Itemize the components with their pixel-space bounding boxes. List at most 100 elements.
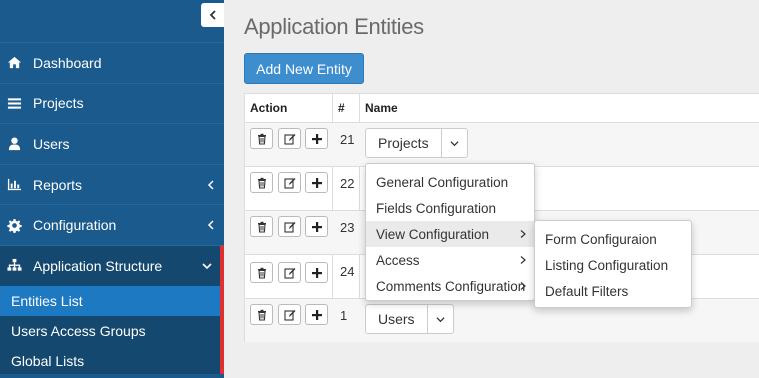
entity-name-button[interactable]: Projects (366, 135, 441, 151)
plus-icon (311, 309, 322, 320)
delete-button[interactable] (250, 262, 273, 283)
edit-button[interactable] (278, 304, 301, 325)
edit-icon (283, 309, 295, 321)
menu-item-view-configuration[interactable]: View Configuration (366, 221, 534, 247)
entity-dropdown-toggle[interactable] (426, 305, 453, 333)
table-row: 21 Projects (245, 122, 759, 166)
delete-button[interactable] (250, 128, 273, 149)
page-title: Application Entities (244, 14, 424, 39)
sidebar-subitem-global-lists[interactable]: Global Lists (0, 346, 220, 376)
home-icon (6, 55, 22, 71)
row-number: 1 (340, 308, 348, 323)
edit-icon (283, 221, 295, 233)
sidebar-subitem-label: Entities List (11, 292, 83, 309)
menu-item-label: Fields Configuration (376, 200, 497, 216)
main-content: Application Entities Add New Entity Acti… (224, 0, 759, 378)
list-icon (6, 95, 22, 111)
sidebar-subitem-users-access-groups[interactable]: Users Access Groups (0, 316, 220, 346)
edit-button[interactable] (278, 128, 301, 149)
chevron-right-icon (520, 256, 526, 264)
plus-icon (311, 221, 322, 232)
delete-button[interactable] (250, 216, 273, 237)
sidebar-subitem-label: Users Access Groups (11, 322, 146, 339)
delete-button[interactable] (250, 172, 273, 193)
menu-item-form-configuration[interactable]: Form Configuraion (535, 226, 691, 252)
column-header-action: Action (250, 101, 288, 115)
row-number: 24 (340, 264, 355, 279)
trash-icon (257, 221, 266, 233)
menu-item-comments-configuration[interactable]: Comments Configuration (366, 273, 534, 299)
menu-item-label: Form Configuraion (545, 231, 657, 247)
sidebar-item-projects[interactable]: Projects (0, 82, 224, 124)
entity-dropdown-menu: General Configuration Fields Configurati… (365, 163, 535, 301)
sidebar-header (0, 0, 224, 42)
column-header-name: Name (365, 101, 398, 115)
entity-button-group: Users (365, 304, 454, 334)
bar-chart-icon (6, 177, 22, 193)
sidebar-subitem-entities-list[interactable]: Entities List (0, 285, 220, 316)
menu-item-label: Comments Configuration (376, 278, 526, 294)
row-number: 22 (340, 176, 355, 191)
sidebar-item-label: Application Structure (33, 257, 163, 274)
plus-icon (311, 133, 322, 144)
row-number: 21 (340, 132, 355, 147)
gear-icon (6, 217, 22, 233)
entity-name-button[interactable]: Users (366, 311, 427, 327)
sidebar-item-users[interactable]: Users (0, 123, 224, 164)
sidebar-subitem-label: Global Lists (11, 352, 85, 369)
trash-icon (257, 309, 266, 321)
chevron-down-icon (436, 316, 445, 322)
delete-button[interactable] (250, 304, 273, 325)
add-new-entity-button[interactable]: Add New Entity (244, 53, 364, 84)
sidebar-item-label: Configuration (33, 217, 117, 234)
chevron-left-icon (209, 10, 216, 20)
trash-icon (257, 267, 266, 279)
sidebar-item-dashboard[interactable]: Dashboard (0, 42, 224, 83)
edit-icon (283, 267, 295, 279)
menu-item-label: View Configuration (376, 226, 490, 242)
sitemap-icon (6, 258, 22, 274)
menu-item-general-configuration[interactable]: General Configuration (366, 169, 534, 195)
entity-dropdown-toggle[interactable] (440, 129, 467, 157)
sidebar-item-label: Projects (33, 95, 84, 112)
plus-icon (311, 177, 322, 188)
menu-item-label: Access (376, 252, 420, 268)
sidebar-item-application-structure[interactable]: Application Structure (0, 244, 224, 286)
sidebar-submenu: Entities List Users Access Groups Global… (0, 285, 224, 376)
edit-icon (283, 177, 295, 189)
add-button[interactable] (305, 216, 328, 237)
row-number: 23 (340, 220, 355, 235)
add-button[interactable] (305, 128, 328, 149)
plus-icon (311, 267, 322, 278)
chevron-down-icon (202, 263, 212, 269)
sidebar-item-reports[interactable]: Reports (0, 163, 224, 205)
edit-button[interactable] (278, 172, 301, 193)
chevron-down-icon (450, 140, 459, 146)
add-button[interactable] (305, 262, 328, 283)
menu-item-label: Listing Configuration (545, 257, 669, 273)
entity-button-group: Projects (365, 128, 468, 158)
chevron-right-icon (520, 282, 526, 290)
user-icon (6, 136, 22, 152)
column-header-number: # (338, 101, 345, 115)
edit-icon (283, 133, 295, 145)
menu-item-access[interactable]: Access (366, 247, 534, 273)
add-button[interactable] (305, 304, 328, 325)
add-button[interactable] (305, 172, 328, 193)
sidebar-item-label: Reports (33, 176, 83, 193)
chevron-right-icon (520, 230, 526, 238)
sidebar: Dashboard Projects Users Reports Configu… (0, 0, 224, 378)
menu-item-label: Default Filters (545, 283, 629, 299)
trash-icon (257, 133, 266, 145)
menu-item-label: General Configuration (376, 174, 509, 190)
sidebar-item-label: Dashboard (33, 54, 102, 71)
menu-item-listing-configuration[interactable]: Listing Configuration (535, 252, 691, 278)
menu-item-default-filters[interactable]: Default Filters (535, 278, 691, 304)
edit-button[interactable] (278, 262, 301, 283)
sidebar-item-configuration[interactable]: Configuration (0, 204, 224, 245)
edit-button[interactable] (278, 216, 301, 237)
menu-item-fields-configuration[interactable]: Fields Configuration (366, 195, 534, 221)
sidebar-toggle-button[interactable] (201, 3, 224, 27)
view-configuration-submenu: Form Configuraion Listing Configuration … (534, 220, 692, 308)
chevron-left-icon (207, 180, 214, 190)
